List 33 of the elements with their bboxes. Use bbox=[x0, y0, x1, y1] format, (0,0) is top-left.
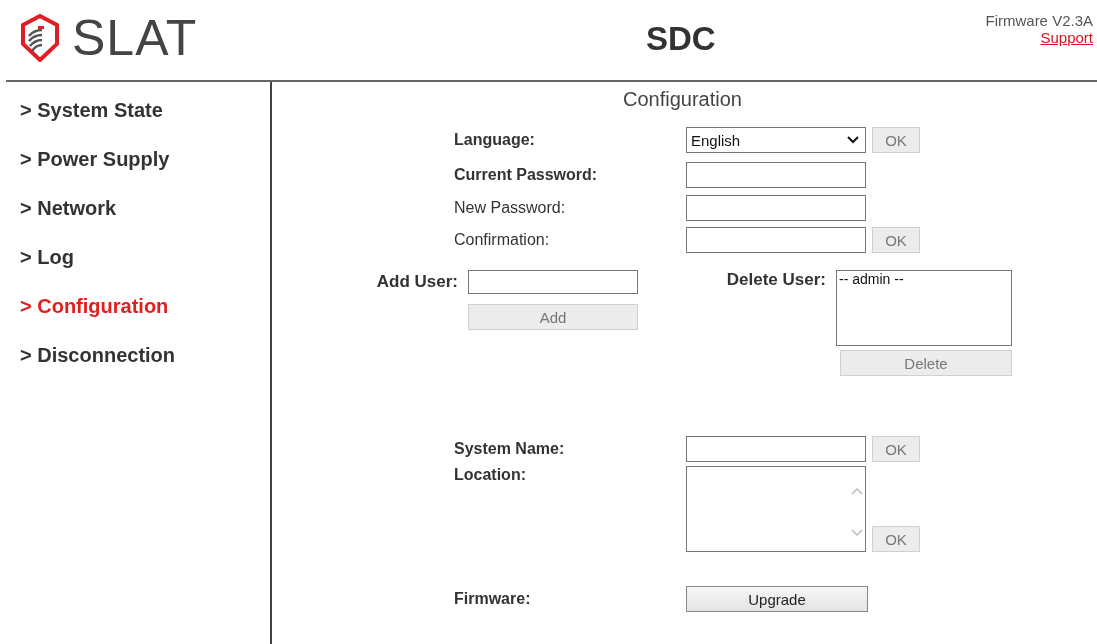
sidebar-item[interactable]: > System State bbox=[20, 98, 163, 147]
location-textarea[interactable] bbox=[686, 466, 866, 552]
support-link[interactable]: Support bbox=[1040, 29, 1093, 46]
sidebar-item[interactable]: > Power Supply bbox=[20, 147, 170, 196]
list-option[interactable]: -- admin -- bbox=[839, 271, 1009, 287]
password-field[interactable] bbox=[686, 162, 866, 188]
language-dropdown[interactable]: English bbox=[686, 127, 866, 153]
field-label: Current Password: bbox=[454, 166, 599, 184]
field-label: System Name: bbox=[454, 440, 566, 458]
sidebar-item[interactable]: > Log bbox=[20, 245, 74, 294]
password-field[interactable] bbox=[686, 227, 866, 253]
section-title: Configuration bbox=[622, 88, 743, 111]
field-label: New Password: bbox=[454, 199, 567, 217]
system-name-field[interactable] bbox=[686, 436, 866, 462]
password-field[interactable] bbox=[686, 195, 866, 221]
field-label: Add User: bbox=[376, 272, 458, 292]
chevron-down-icon bbox=[847, 136, 859, 144]
sidebar-item[interactable]: > Disconnection bbox=[20, 343, 176, 392]
field-label: Location: bbox=[454, 466, 527, 484]
firmware-version: Firmware V2.3A bbox=[985, 12, 1093, 29]
upgrade-button[interactable]: Upgrade bbox=[686, 586, 868, 612]
field-label: Firmware: bbox=[454, 590, 532, 608]
field-label: Delete User: bbox=[726, 270, 826, 290]
user-listbox[interactable]: -- admin -- bbox=[836, 270, 1012, 346]
field-label: Confirmation: bbox=[454, 231, 551, 249]
sidebar-item[interactable]: > Configuration bbox=[20, 294, 169, 343]
field-label: Language: bbox=[454, 131, 536, 149]
sidebar-item[interactable]: > Network bbox=[20, 196, 117, 245]
brand-name: SLAT bbox=[72, 13, 198, 63]
username-field[interactable] bbox=[468, 270, 638, 294]
scroll-arrows-icon bbox=[851, 487, 863, 537]
shield-logo-icon bbox=[20, 14, 60, 62]
page-title: SDC bbox=[646, 20, 716, 58]
